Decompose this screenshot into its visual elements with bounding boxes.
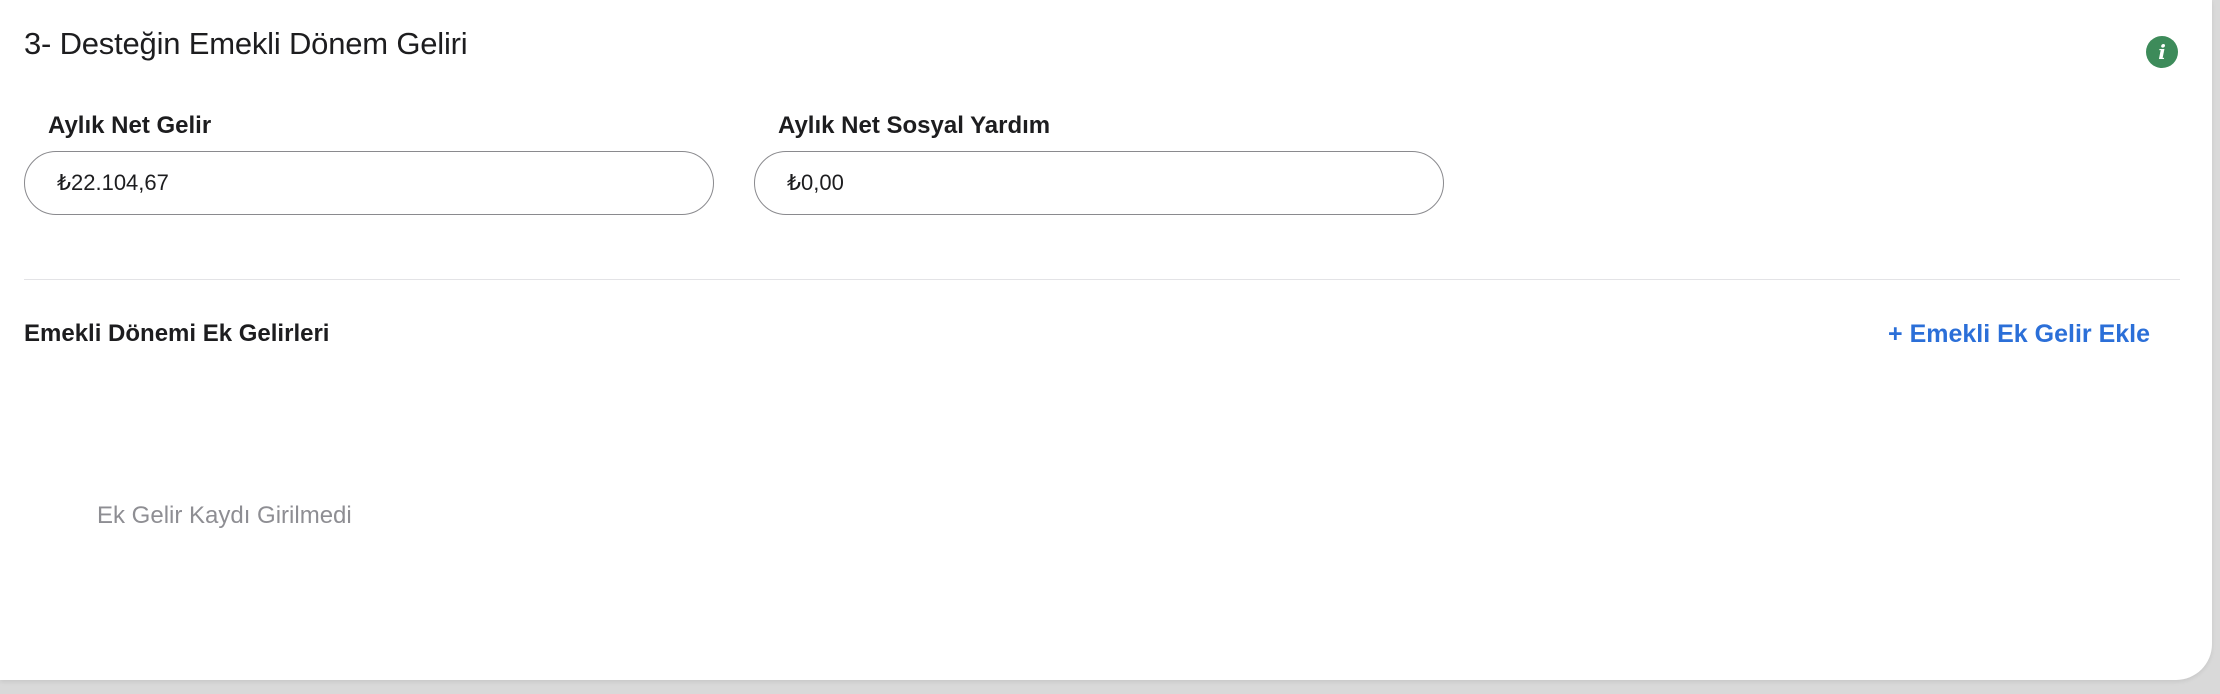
extra-income-title: Emekli Dönemi Ek Gelirleri: [24, 320, 330, 347]
monthly-net-income-label: Aylık Net Gelir: [48, 112, 212, 139]
add-extra-income-button[interactable]: + Emekli Ek Gelir Ekle: [1888, 320, 2150, 349]
empty-state-text: Ek Gelir Kaydı Girilmedi: [97, 502, 352, 529]
info-icon[interactable]: i: [2146, 36, 2178, 68]
monthly-net-income-input[interactable]: ₺22.104,67: [24, 151, 714, 215]
retirement-income-card: 3- Desteğin Emekli Dönem Geliri i Aylık …: [0, 0, 2212, 680]
section-divider: [24, 279, 2180, 280]
monthly-net-social-aid-label: Aylık Net Sosyal Yardım: [778, 112, 1051, 139]
monthly-net-social-aid-input[interactable]: ₺0,00: [754, 151, 1444, 215]
section-title: 3- Desteğin Emekli Dönem Geliri: [24, 26, 468, 61]
